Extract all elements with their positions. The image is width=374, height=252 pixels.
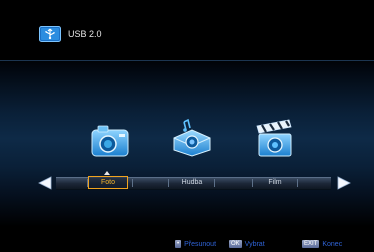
track-divider <box>132 179 133 187</box>
hint-select: OK Vybrat <box>229 240 265 249</box>
usb-drive-icon <box>39 26 61 42</box>
device-title: USB 2.0 <box>68 29 102 39</box>
film-clapper-icon[interactable] <box>253 118 297 160</box>
camera-icon[interactable] <box>88 120 132 160</box>
hint-exit: EXIT Konec <box>302 240 342 249</box>
hint-move: • Přesunout <box>175 240 216 249</box>
media-browser-screen: USB 2.0 Foto Hudba Film • Přesunout OK V… <box>0 0 374 252</box>
header-divider <box>0 60 374 61</box>
menu-item-film[interactable]: Film <box>253 177 297 188</box>
track-divider <box>214 179 215 187</box>
header-bar: USB 2.0 <box>0 0 374 60</box>
move-key: • <box>175 240 182 248</box>
exit-key: EXIT <box>302 240 320 248</box>
hint-exit-label: Konec <box>322 241 343 248</box>
left-arrow-icon[interactable] <box>37 176 53 190</box>
hint-select-label: Vybrat <box>244 241 265 248</box>
ok-key: OK <box>229 240 242 248</box>
menu-item-foto[interactable]: Foto <box>88 176 128 189</box>
track-divider <box>297 179 298 187</box>
music-speaker-icon[interactable] <box>170 118 214 158</box>
hint-move-label: Přesunout <box>184 241 217 248</box>
track-divider <box>168 179 169 187</box>
menu-item-hudba[interactable]: Hudba <box>170 177 214 188</box>
selection-caret <box>104 171 110 175</box>
right-arrow-icon[interactable] <box>336 176 352 190</box>
